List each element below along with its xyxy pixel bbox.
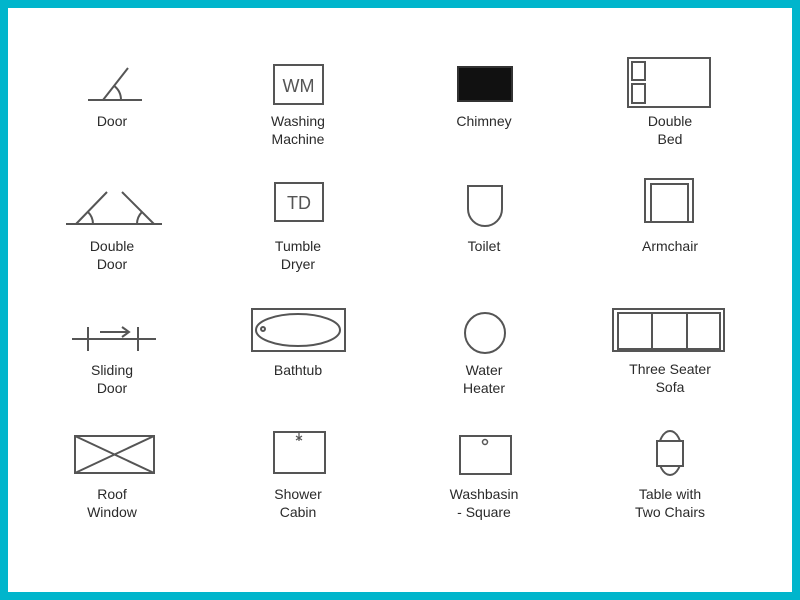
- tumble-dryer-symbol: TD: [274, 182, 324, 222]
- label-line: Table with: [638, 486, 702, 502]
- label-line: Door: [96, 256, 128, 272]
- double-door-symbol: [66, 191, 162, 225]
- washing-machine-glyph: WM: [283, 76, 315, 96]
- label-door: Door: [32, 112, 192, 130]
- label-line: Double: [89, 238, 135, 254]
- label-line: Heater: [462, 380, 506, 396]
- label-line: Tumble: [274, 238, 322, 254]
- door-symbol: [88, 67, 142, 101]
- label-line: Washing: [271, 113, 325, 129]
- label-washbasin-square: Washbasin - Square: [404, 485, 564, 521]
- double-bed-symbol: [627, 57, 711, 108]
- label-line: Door: [96, 380, 128, 396]
- label-line: Bed: [657, 131, 683, 147]
- armchair-symbol: [644, 178, 694, 223]
- label-line: Chimney: [456, 113, 512, 129]
- label-line: Shower: [274, 486, 322, 502]
- bathtub-symbol: [251, 308, 346, 352]
- toilet-symbol: [467, 185, 503, 227]
- label-line: Machine: [271, 131, 325, 147]
- label-line: Sliding: [90, 362, 134, 378]
- label-line: Door: [96, 113, 128, 129]
- label-line: Roof: [97, 486, 127, 502]
- label-three-seater-sofa: Three Seater Sofa: [590, 360, 750, 396]
- label-tumble-dryer: Tumble Dryer: [218, 237, 378, 273]
- label-double-door: Double Door: [32, 237, 192, 273]
- label-line: Dryer: [280, 256, 316, 272]
- shower-cabin-symbol: [273, 431, 326, 474]
- three-seater-sofa-symbol: [612, 308, 725, 352]
- label-line: - Square: [457, 504, 511, 520]
- tumble-dryer-glyph: TD: [287, 193, 311, 213]
- label-bathtub: Bathtub: [218, 361, 378, 379]
- washbasin-square-symbol: [459, 435, 512, 475]
- label-chimney: Chimney: [404, 112, 564, 130]
- label-armchair: Armchair: [590, 237, 750, 255]
- sliding-door-symbol: [72, 326, 156, 351]
- washing-machine-symbol: WM: [273, 64, 324, 105]
- label-sliding-door: Sliding Door: [32, 361, 192, 397]
- label-line: Cabin: [279, 504, 317, 520]
- label-line: Sofa: [655, 379, 685, 395]
- label-roof-window: Roof Window: [32, 485, 192, 521]
- label-line: Armchair: [641, 238, 698, 254]
- water-heater-symbol: [464, 312, 506, 354]
- label-table-two-chairs: Table with Two Chairs: [590, 485, 750, 521]
- label-line: Window: [87, 504, 137, 520]
- label-line: Three Seater: [629, 361, 711, 377]
- roof-window-symbol: [74, 435, 155, 474]
- label-shower-cabin: Shower Cabin: [218, 485, 378, 521]
- label-double-bed: Double Bed: [590, 112, 750, 148]
- table-two-chairs-symbol: [656, 430, 684, 476]
- label-line: Toilet: [467, 238, 501, 254]
- label-line: Bathtub: [273, 362, 323, 378]
- label-line: Double: [647, 113, 693, 129]
- label-line: Two Chairs: [634, 504, 706, 520]
- label-washing-machine: Washing Machine: [218, 112, 378, 148]
- label-toilet: Toilet: [404, 237, 564, 255]
- chimney-symbol: [457, 66, 513, 102]
- label-line: Water: [465, 362, 503, 378]
- label-line: Washbasin: [449, 486, 519, 502]
- label-water-heater: Water Heater: [404, 361, 564, 397]
